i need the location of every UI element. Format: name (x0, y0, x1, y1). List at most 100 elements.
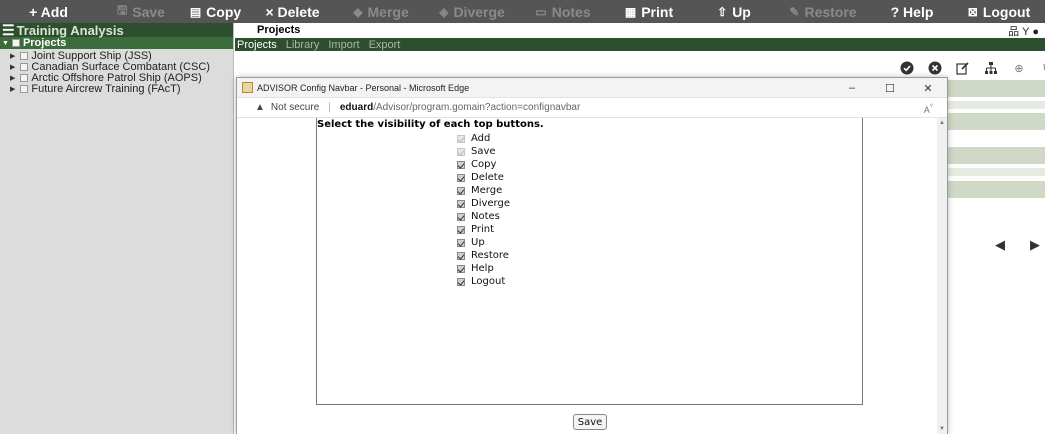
tree-root[interactable]: ▼ Projects (0, 37, 233, 49)
list-row[interactable] (936, 113, 1045, 130)
diverge-button[interactable]: ◈ Diverge (423, 0, 521, 23)
checkbox[interactable] (457, 264, 465, 273)
folder-icon (20, 62, 29, 71)
checkbox[interactable] (457, 238, 465, 247)
folder-icon (20, 73, 29, 82)
list-row[interactable] (936, 101, 1045, 109)
option-merge[interactable]: Merge (457, 184, 510, 197)
checkbox[interactable] (457, 212, 465, 221)
logout-button[interactable]: ⊠ Logout (953, 0, 1045, 23)
caret-right-icon[interactable]: ▶ (10, 63, 15, 71)
option-logout[interactable]: Logout (457, 275, 510, 288)
maximize-button[interactable]: ☐ (871, 78, 909, 98)
url-host: eduard (339, 102, 374, 113)
page-title: Projects (257, 24, 301, 36)
tree-item[interactable]: ▶ Joint Support Ship (JSS) (0, 50, 233, 62)
folder-icon (20, 51, 29, 60)
previous-icon[interactable]: ◀ (995, 237, 1005, 253)
scroll-up-icon[interactable]: ▲ (939, 120, 945, 126)
option-list: Add Save Copy Delete Merge Diverge Notes… (457, 132, 510, 288)
link-icon[interactable]: ⊕ (1012, 61, 1026, 75)
checkbox[interactable] (457, 225, 465, 234)
save-config-button[interactable]: Save (573, 414, 607, 430)
option-diverge[interactable]: Diverge (457, 197, 510, 210)
option-up[interactable]: Up (457, 236, 510, 249)
tab-library[interactable]: Library (286, 39, 320, 51)
option-save: Save (457, 145, 510, 158)
close-button[interactable]: ✕ (909, 78, 947, 98)
option-delete[interactable]: Delete (457, 171, 510, 184)
list-row[interactable] (936, 168, 1045, 176)
tab-projects[interactable]: Projects (237, 39, 277, 51)
panel-title: Training Analysis (16, 22, 124, 38)
print-button[interactable]: ▦ Print (605, 0, 693, 23)
sitemap-icon[interactable]: 品 (1008, 26, 1019, 38)
checkbox (457, 147, 465, 156)
option-print[interactable]: Print (457, 223, 510, 236)
folder-icon (20, 84, 29, 93)
option-restore[interactable]: Restore (457, 249, 510, 262)
hamburger-icon[interactable]: ☰ (2, 22, 15, 39)
checkbox[interactable] (457, 160, 465, 169)
up-arrow-icon: ⇧ (717, 4, 728, 19)
config-popup-window: ADVISOR Config Navbar - Personal - Micro… (236, 77, 948, 434)
checkbox (457, 134, 465, 143)
hierarchy-icon[interactable] (984, 61, 998, 75)
check-circle-icon[interactable] (900, 61, 914, 75)
tree-item[interactable]: ▶ Arctic Offshore Patrol Ship (AOPS) (0, 72, 233, 84)
refresh-icon[interactable]: ↻ (1040, 61, 1045, 75)
scrollbar[interactable]: ▲ ▼ (937, 118, 947, 434)
logout-icon: ⊠ (967, 4, 978, 19)
tab-export[interactable]: Export (369, 39, 401, 51)
list-row[interactable] (936, 181, 1045, 198)
security-label[interactable]: Not secure (271, 102, 319, 113)
option-notes[interactable]: Notes (457, 210, 510, 223)
up-button[interactable]: ⇧ Up (693, 0, 775, 23)
window-titlebar: ADVISOR Config Navbar - Personal - Micro… (237, 78, 947, 98)
read-aloud-icon[interactable]: Aⱽ (924, 102, 933, 115)
warning-icon[interactable]: ▲ (255, 102, 265, 113)
cancel-circle-icon[interactable] (928, 61, 942, 75)
caret-down-icon[interactable]: ▼ (2, 40, 9, 47)
option-copy[interactable]: Copy (457, 158, 510, 171)
checkbox[interactable] (457, 186, 465, 195)
address-bar[interactable]: ▲ Not secure | eduard /Advisor/program.g… (237, 98, 947, 118)
config-form: Select the visibility of each top button… (316, 118, 863, 405)
edit-icon[interactable] (956, 61, 970, 75)
option-help[interactable]: Help (457, 262, 510, 275)
checkbox[interactable] (457, 173, 465, 182)
folder-icon (11, 39, 20, 47)
caret-right-icon[interactable]: ▶ (10, 85, 15, 93)
restore-button[interactable]: ✎ Restore (775, 0, 871, 23)
merge-button[interactable]: ◆ Merge (339, 0, 423, 23)
caret-right-icon[interactable]: ▶ (10, 52, 15, 60)
delete-button[interactable]: × Delete (246, 0, 339, 23)
save-button[interactable]: 🖫 Save (97, 0, 185, 23)
tree-item[interactable]: ▶ Canadian Surface Combatant (CSC) (0, 61, 233, 73)
next-icon[interactable]: ▶ (1030, 237, 1040, 253)
add-button[interactable]: + Add (0, 0, 97, 23)
form-heading: Select the visibility of each top button… (317, 119, 544, 130)
checkbox[interactable] (457, 251, 465, 260)
list-row[interactable] (936, 80, 1045, 97)
copy-button[interactable]: ▤ Copy (185, 0, 246, 23)
window-title: ADVISOR Config Navbar - Personal - Micro… (257, 82, 470, 93)
checkbox[interactable] (457, 199, 465, 208)
minimize-button[interactable]: – (833, 78, 871, 98)
circle-icon[interactable]: ● (1032, 26, 1039, 38)
scroll-down-icon[interactable]: ▼ (939, 426, 945, 432)
option-add: Add (457, 132, 510, 145)
checkbox[interactable] (457, 277, 465, 286)
printer-icon: ▦ (624, 4, 637, 19)
filter-icon[interactable]: Y (1022, 26, 1029, 38)
copy-icon: ▤ (189, 4, 202, 19)
floppy-icon: 🖫 (117, 3, 128, 17)
panel-header: ☰ Training Analysis (0, 22, 233, 39)
notes-button[interactable]: ▭ Notes (521, 0, 605, 23)
app-icon (242, 82, 253, 93)
tab-import[interactable]: Import (328, 39, 359, 51)
help-button[interactable]: ? Help (871, 0, 953, 23)
tree-item[interactable]: ▶ Future Aircrew Training (FAcT) (0, 83, 233, 95)
list-row[interactable] (936, 147, 1045, 164)
caret-right-icon[interactable]: ▶ (10, 74, 15, 82)
